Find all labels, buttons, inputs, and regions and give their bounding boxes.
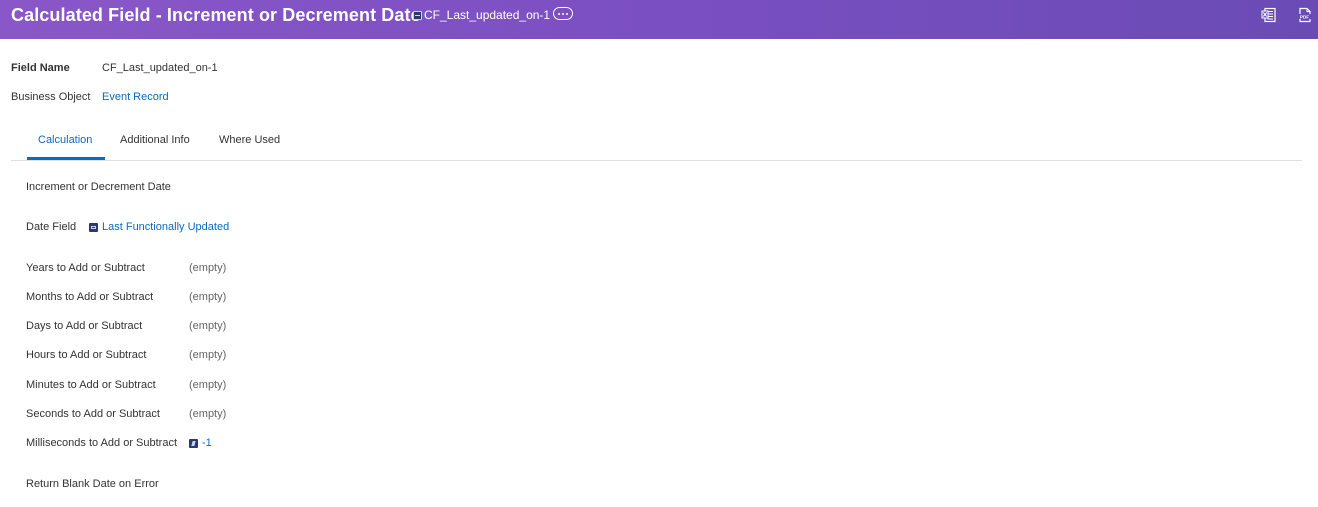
tab-calculation[interactable]: Calculation [38, 134, 92, 146]
excel-export-icon[interactable] [1261, 7, 1277, 23]
svg-text:PDF: PDF [1300, 14, 1309, 19]
years-label: Years to Add or Subtract [26, 262, 145, 274]
field-name-value: CF_Last_updated_on-1 [102, 62, 218, 74]
numeric-constant-icon [189, 438, 198, 448]
calculated-field-icon [413, 10, 422, 20]
date-field-value[interactable]: Last Functionally Updated [89, 221, 229, 233]
hours-value: (empty) [189, 349, 227, 361]
instance-name[interactable]: CF_Last_updated_on-1 [424, 8, 550, 22]
tab-additional-info[interactable]: Additional Info [120, 134, 190, 146]
tab-bar: Calculation Additional Info Where Used [11, 122, 1302, 161]
related-actions-icon[interactable] [553, 7, 573, 20]
business-object-label: Business Object [11, 91, 91, 103]
minutes-label: Minutes to Add or Subtract [26, 379, 156, 391]
milliseconds-label: Milliseconds to Add or Subtract [26, 437, 178, 449]
months-value: (empty) [189, 291, 227, 303]
hours-label: Hours to Add or Subtract [26, 349, 147, 361]
date-field-label: Date Field [26, 221, 77, 233]
date-field-link[interactable]: Last Functionally Updated [102, 221, 229, 233]
business-object-row: Business Object [11, 91, 90, 103]
page-title: Calculated Field - Increment or Decremen… [11, 5, 421, 25]
seconds-label: Seconds to Add or Subtract [26, 408, 160, 420]
seconds-value: (empty) [189, 408, 227, 420]
field-name-label: Field Name [11, 62, 70, 74]
field-name-row: Field Name [11, 62, 70, 74]
years-value: (empty) [189, 262, 227, 274]
tab-where-used[interactable]: Where Used [219, 134, 280, 146]
days-value: (empty) [189, 320, 227, 332]
days-label: Days to Add or Subtract [26, 320, 143, 332]
milliseconds-value[interactable]: -1 [189, 437, 212, 449]
function-name: Increment or Decrement Date [26, 181, 171, 193]
minutes-value: (empty) [189, 379, 227, 391]
business-object-link[interactable]: Event Record [102, 91, 169, 103]
months-label: Months to Add or Subtract [26, 291, 154, 303]
date-field-icon [89, 222, 98, 232]
active-tab-indicator [27, 157, 105, 160]
return-blank-label: Return Blank Date on Error [26, 478, 159, 490]
page-header: Calculated Field - Increment or Decremen… [0, 0, 1318, 39]
pdf-export-icon[interactable]: PDF [1297, 7, 1313, 23]
instance-chip[interactable]: CF_Last_updated_on-1 [413, 8, 550, 22]
milliseconds-link[interactable]: -1 [202, 437, 212, 449]
